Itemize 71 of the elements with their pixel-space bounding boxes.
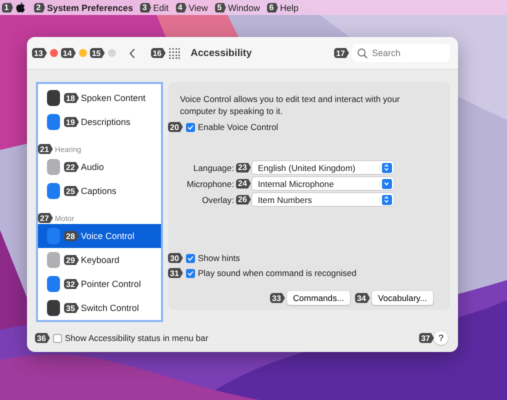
- sidebar-item[interactable]: 28 Voice Control: [38, 224, 161, 248]
- marker-badge: 6: [266, 2, 278, 12]
- stepper-icon: [383, 195, 390, 204]
- marker-badge: 2: [34, 2, 45, 12]
- push-button[interactable]: Vocabulary...: [372, 291, 433, 305]
- apple-icon[interactable]: [16, 2, 25, 13]
- sidebar-item[interactable]: 29 Keyboard: [38, 248, 161, 272]
- marker-badge: 23: [236, 162, 251, 172]
- marker-badge: 30: [168, 253, 183, 263]
- marker-badge: 4: [176, 2, 187, 12]
- marker-badge: 3: [140, 2, 152, 12]
- dropdown[interactable]: Internal Microphone: [252, 177, 394, 190]
- marker-badge: 34: [355, 293, 370, 303]
- checkbox-label: Show Accessibility status in menu bar: [64, 333, 208, 343]
- push-button[interactable]: Commands...: [286, 291, 350, 305]
- help-button[interactable]: ?: [434, 331, 448, 345]
- back-icon[interactable]: [128, 48, 136, 58]
- window-title: Accessibility: [190, 48, 252, 58]
- sidebar-item[interactable]: 25 Captions: [38, 179, 161, 203]
- marker-badge: 18: [64, 93, 79, 103]
- checkbox[interactable]: [52, 334, 62, 342]
- description-text: Voice Control allows you to edit text and interact with your computer by speaking to it.: [180, 94, 401, 117]
- grid-icon[interactable]: [168, 48, 180, 58]
- menu-item[interactable]: View: [188, 2, 208, 12]
- marker-badge: 32: [64, 279, 79, 289]
- marker-badge: 16: [150, 48, 166, 58]
- marker-badge: 13: [32, 48, 47, 58]
- marker-badge: 37: [419, 333, 434, 343]
- search-icon: [357, 48, 368, 59]
- search-field[interactable]: Search: [352, 44, 450, 62]
- stepper-icon: [383, 163, 390, 172]
- setting-label: Overlay:: [201, 194, 234, 204]
- checkbox-label: Play sound when command is recognised: [198, 268, 357, 278]
- marker-badge: 14: [60, 48, 76, 58]
- setting-label: Language:: [192, 162, 234, 172]
- marker-badge: 25: [64, 186, 79, 196]
- close-button[interactable]: [50, 49, 58, 57]
- checkbox[interactable]: [186, 254, 195, 262]
- dropdown[interactable]: Item Numbers: [252, 193, 394, 206]
- menu-item[interactable]: Help: [280, 2, 298, 12]
- marker-badge: 20: [168, 122, 183, 132]
- menu-item[interactable]: System Preferences: [47, 2, 134, 12]
- marker-badge: 22: [64, 162, 79, 172]
- marker-badge: 26: [236, 194, 251, 204]
- sidebar-item[interactable]: 19 Descriptions: [38, 110, 161, 134]
- menu-item[interactable]: Edit: [153, 2, 169, 12]
- marker-badge: 15: [90, 48, 105, 58]
- marker-badge: 1: [2, 2, 13, 12]
- sidebar-item[interactable]: 32 Pointer Control: [38, 272, 161, 296]
- sidebar-item[interactable]: 35 Switch Control: [38, 296, 161, 320]
- marker-badge: 19: [64, 117, 79, 127]
- marker-badge: 5: [214, 2, 226, 12]
- marker-badge: 36: [35, 333, 50, 343]
- checkbox-label: Show hints: [198, 253, 240, 263]
- marker-badge: 17: [334, 48, 349, 58]
- marker-badge: 27: [38, 213, 53, 223]
- sidebar-item[interactable]: 22 Audio: [38, 155, 161, 179]
- checkbox-label: Enable Voice Control: [198, 122, 278, 132]
- checkbox[interactable]: [186, 122, 195, 132]
- marker-badge: 33: [270, 293, 285, 303]
- marker-badge: 29: [64, 255, 79, 265]
- marker-badge: 24: [236, 178, 251, 188]
- sidebar-item[interactable]: 18 Spoken Content: [38, 86, 161, 110]
- marker-badge: 31: [168, 268, 183, 278]
- dropdown[interactable]: English (United Kingdom): [252, 161, 394, 174]
- menu-item[interactable]: Window: [228, 2, 260, 12]
- marker-badge: 21: [38, 144, 53, 154]
- marker-badge: 28: [64, 231, 79, 241]
- checkbox[interactable]: [186, 268, 195, 278]
- marker-badge: 35: [64, 303, 79, 313]
- setting-label: Microphone:: [186, 178, 234, 188]
